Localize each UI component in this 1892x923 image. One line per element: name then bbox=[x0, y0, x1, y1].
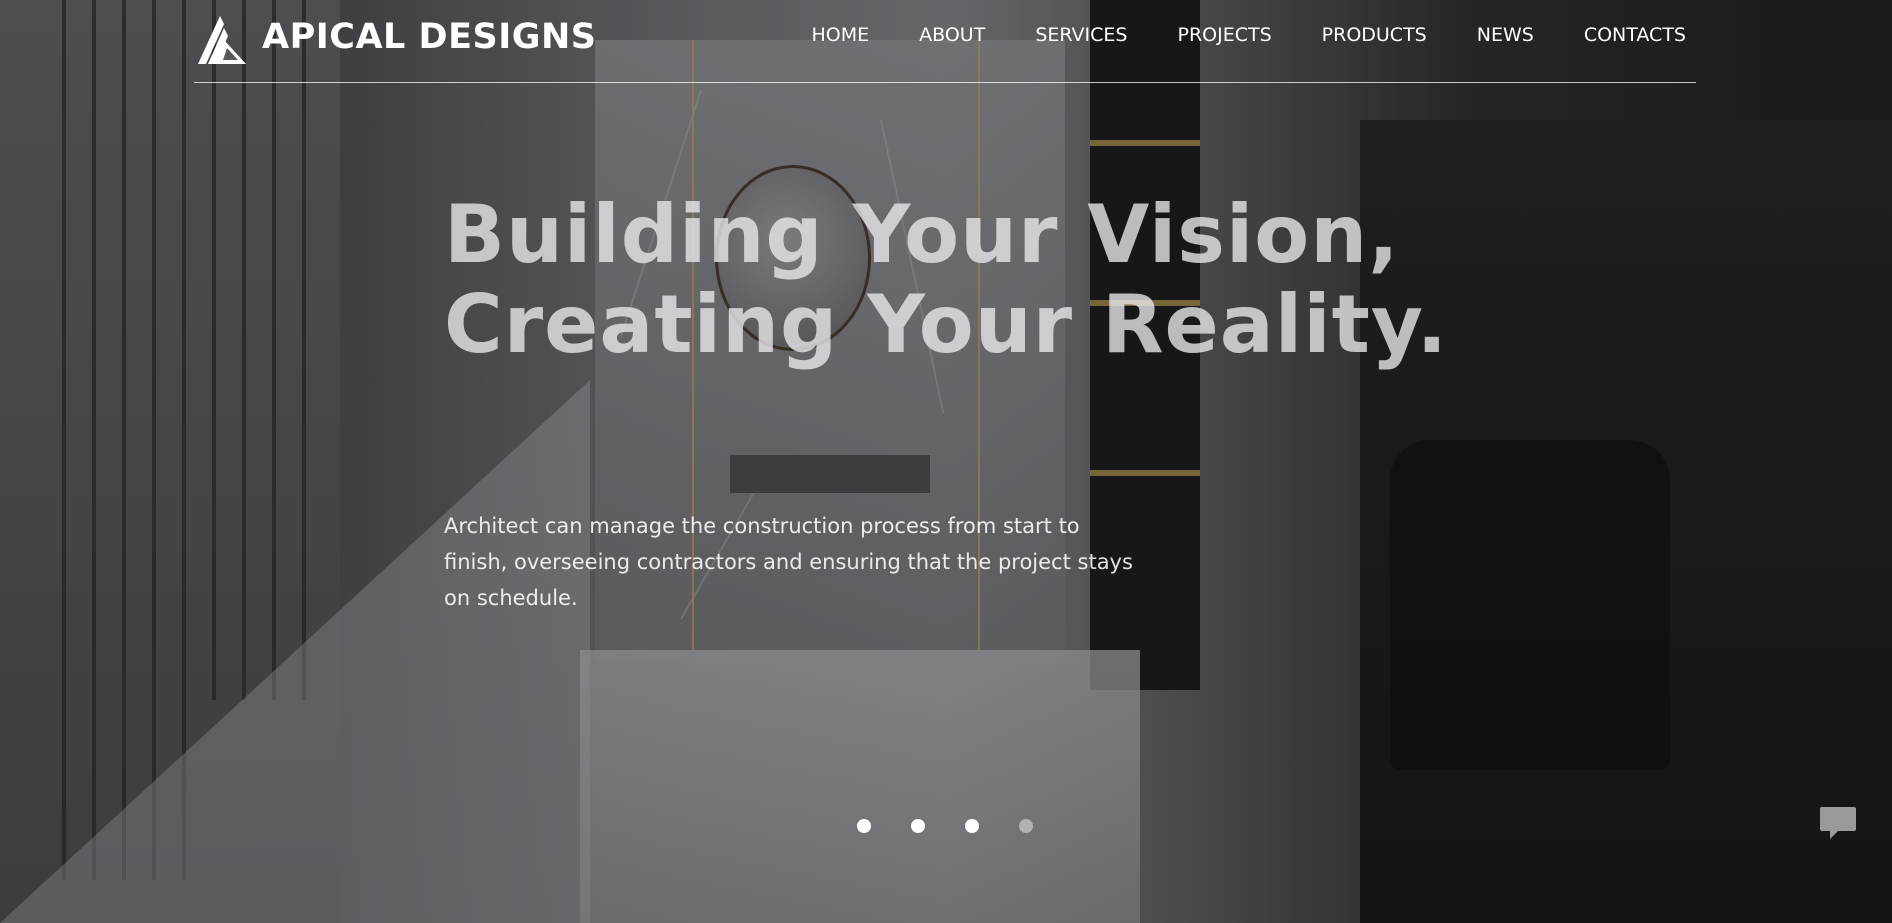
main-nav: HOME ABOUT SERVICES PROJECTS PRODUCTS NE… bbox=[762, 24, 1686, 46]
hero-description: Architect can manage the construction pr… bbox=[444, 514, 1133, 610]
slider-dot-2[interactable] bbox=[911, 819, 925, 833]
nav-item-news[interactable]: NEWS bbox=[1477, 24, 1534, 46]
hero-background-image bbox=[0, 0, 1892, 923]
site-header: APICAL DESIGNS HOME ABOUT SERVICES PROJE… bbox=[194, 0, 1696, 83]
chat-bubble-icon[interactable] bbox=[1818, 803, 1858, 843]
hero-title: Building Your Vision, Creating Your Real… bbox=[444, 190, 1544, 370]
slider-dot-1[interactable] bbox=[857, 819, 871, 833]
nav-item-home[interactable]: HOME bbox=[812, 24, 870, 46]
slider-dot-3[interactable] bbox=[965, 819, 979, 833]
nav-item-services[interactable]: SERVICES bbox=[1035, 24, 1127, 46]
hero-title-line-1: Building Your Vision, bbox=[444, 188, 1400, 281]
nav-item-products[interactable]: PRODUCTS bbox=[1322, 24, 1427, 46]
nav-item-projects[interactable]: PROJECTS bbox=[1178, 24, 1272, 46]
slider-pagination bbox=[857, 819, 1073, 833]
nav-item-contacts[interactable]: CONTACTS bbox=[1584, 24, 1686, 46]
brand-logo[interactable]: APICAL DESIGNS bbox=[194, 10, 596, 64]
hero-section: APICAL DESIGNS HOME ABOUT SERVICES PROJE… bbox=[0, 0, 1892, 923]
nav-item-about[interactable]: ABOUT bbox=[919, 24, 985, 46]
hero-title-line-2: Creating Your Reality. bbox=[444, 278, 1449, 371]
brand-name: APICAL DESIGNS bbox=[262, 17, 597, 57]
triangle-logo-icon bbox=[198, 16, 246, 64]
slider-dot-4[interactable] bbox=[1019, 819, 1033, 833]
